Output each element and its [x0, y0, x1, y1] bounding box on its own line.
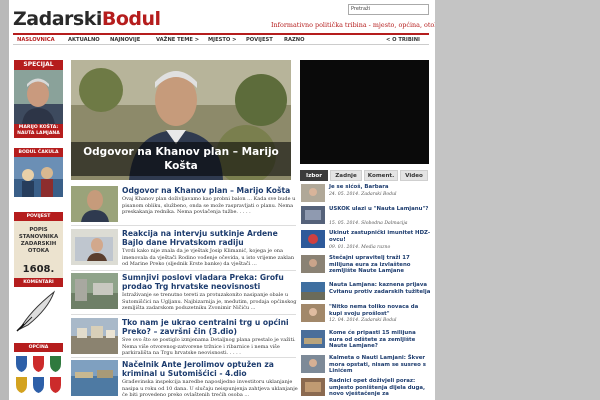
article-excerpt: Istraživanje se trenutno tereti za protu… — [122, 292, 297, 312]
specijal-portrait-image — [14, 70, 63, 124]
article-excerpt: Sve ovo što se postiglo izmjenama Detalj… — [122, 337, 296, 357]
list-item-thumbnail[interactable] — [301, 255, 325, 273]
article-thumbnail[interactable] — [71, 229, 118, 265]
nav-item-o-tribini[interactable]: < O TRIBINI — [386, 37, 420, 43]
list-item-title[interactable]: USKOK ulazi u "Nauta Lamjanu"? — [329, 206, 431, 213]
nav-item-najnovije[interactable]: NAJNOVIJE — [110, 37, 140, 43]
list-item-thumbnail[interactable] — [301, 184, 325, 202]
list-item-title[interactable]: Je se sićoš, Barbara — [329, 184, 431, 191]
nav-item-razno[interactable]: RAZNO — [284, 37, 305, 43]
list-item-meta: 12. 04. 2014. Zadarski Bodul — [329, 318, 397, 323]
povijest-banner: POPIS STANOVNIKA ZADARSKIH OTOKA 1608. — [14, 221, 63, 279]
list-item-thumbnail[interactable] — [301, 230, 325, 248]
list-item-thumbnail[interactable] — [301, 304, 325, 322]
list-item-thumbnail[interactable] — [301, 355, 325, 373]
list-item-title[interactable]: Radnici opet doživjeli poraz: umjesto po… — [329, 378, 431, 398]
tab-video[interactable]: Video — [400, 170, 428, 181]
list-item-thumbnail[interactable] — [301, 282, 325, 300]
nav-item-vazne-teme[interactable]: VAŽNE TEME > — [156, 37, 199, 43]
municipality-coat-of-arms-icons — [14, 352, 63, 398]
list-item-thumbnail[interactable] — [301, 206, 325, 224]
article-title[interactable]: Tko nam je ukrao centralni trg u općini … — [122, 318, 297, 336]
article-divider — [71, 357, 296, 358]
tab-komentari[interactable]: Koment. — [364, 170, 398, 181]
list-item-title[interactable]: Stečajni upravitelj traži 17 milijuna eu… — [329, 255, 431, 275]
search-input[interactable]: Pretraži — [348, 4, 429, 15]
video-player[interactable] — [300, 60, 429, 164]
page-background-right — [435, 0, 600, 400]
list-item-thumbnail[interactable] — [301, 378, 325, 396]
sidebar-specijal-caption: MARIJO KOŠTA: NAUTA LAMJANA — [14, 124, 63, 138]
nav-item-mjesto[interactable]: MJESTO > — [208, 37, 236, 43]
sidebar-opcina[interactable]: OPĆINA — [14, 343, 63, 398]
list-item-title[interactable]: Ukinut zastupnički imunitet HDZ-ovcu! — [329, 230, 431, 243]
sidebar-povijest[interactable]: POVIJEST POPIS STANOVNIKA ZADARSKIH OTOK… — [14, 212, 63, 279]
article-title[interactable]: Načelnik Ante Jerolimov optužen za krimi… — [122, 360, 297, 378]
article-excerpt: Tvrdi kako nije znala da je vještak Josi… — [122, 248, 295, 268]
tab-izbor[interactable]: Izbor — [300, 170, 328, 181]
povijest-banner-year: 1608. — [22, 264, 55, 275]
bodul-cakula-image — [14, 157, 63, 197]
sidebar-bodul-cakula[interactable]: BODUL ČAKULA — [14, 148, 63, 197]
povijest-banner-text: POPIS STANOVNIKA ZADARSKIH OTOKA — [18, 227, 59, 254]
nav-item-povijest[interactable]: POVIJEST — [246, 37, 273, 43]
article-thumbnail[interactable] — [71, 186, 118, 222]
sidebar-bodul-heading: BODUL ČAKULA — [14, 148, 63, 157]
article-thumbnail[interactable] — [71, 318, 118, 354]
sidebar-povijest-heading: POVIJEST — [14, 212, 63, 221]
sidebar-opcina-heading: OPĆINA — [14, 343, 63, 352]
nav-item-aktualno[interactable]: AKTUALNO — [68, 37, 100, 43]
article-divider — [71, 270, 296, 271]
logo-text-part2: Bodul — [101, 8, 161, 30]
article-thumbnail[interactable] — [71, 273, 118, 309]
list-item-title[interactable]: "Nitko nema toliko novaca da kupi svoju … — [329, 304, 431, 317]
logo-text-part1: Zadarski — [13, 8, 102, 30]
site-tagline: Informativno politička tribina - mjesto,… — [271, 21, 435, 29]
list-item-title[interactable]: Kalmeta o Nauti Lamjani: Škver mora opst… — [329, 355, 431, 375]
sidebar-komentari[interactable]: KOMENTARI — [14, 278, 63, 333]
sidebar-komentari-heading: KOMENTARI — [14, 278, 63, 287]
nav-item-naslovnica[interactable]: NASLOVNICA — [17, 37, 55, 43]
list-item-meta: 24. 05. 2014. Zadarski Bodul — [329, 192, 397, 197]
sidebar-specijal[interactable]: SPECIJAL MARIJO KOŠTA: NAUTA LAMJANA — [14, 60, 63, 138]
main-navigation: NASLOVNICA AKTUALNO NAJNOVIJE VAŽNE TEME… — [13, 33, 429, 45]
tab-zadnje[interactable]: Zadnje — [330, 170, 362, 181]
featured-article-title[interactable]: Odgovor na Khanov plan – Marijo Košta — [71, 142, 291, 176]
article-excerpt: Građevinska inspekcija naredbe naposljed… — [122, 379, 298, 399]
site-logo[interactable]: ZadarskiBodul — [13, 8, 161, 30]
list-item-title[interactable]: Nauta Lamjana: kaznena prijava Cvitanu p… — [329, 282, 431, 295]
article-divider — [71, 225, 296, 226]
featured-article[interactable]: Odgovor na Khanov plan – Marijo Košta — [71, 60, 291, 180]
list-item-meta: 15. 05. 2014. Slobodna Dalmacija — [329, 221, 408, 226]
page-container: ZadarskiBodul Pretraži Informativno poli… — [9, 0, 435, 400]
list-item-title[interactable]: Kome će pripasti 15 milijuna eura od odš… — [329, 330, 431, 350]
article-thumbnail[interactable] — [71, 360, 118, 396]
article-title[interactable]: Odgovor na Khanov plan – Marijo Košta — [122, 186, 297, 195]
list-item-thumbnail[interactable] — [301, 330, 325, 348]
article-title[interactable]: Reakcija na intervju sutkinje Ardene Baj… — [122, 229, 297, 247]
quill-pen-icon — [14, 287, 63, 333]
list-item-meta: 09. 01. 2014. Media razno — [329, 245, 391, 250]
article-excerpt: Ovaj Khanov plan doživljavamo kao probni… — [122, 196, 296, 216]
article-divider — [71, 314, 296, 315]
sidebar-specijal-heading: SPECIJAL — [14, 60, 63, 70]
article-title[interactable]: Sumnjivi poslovi vladara Preka: Grofu pr… — [122, 273, 297, 291]
